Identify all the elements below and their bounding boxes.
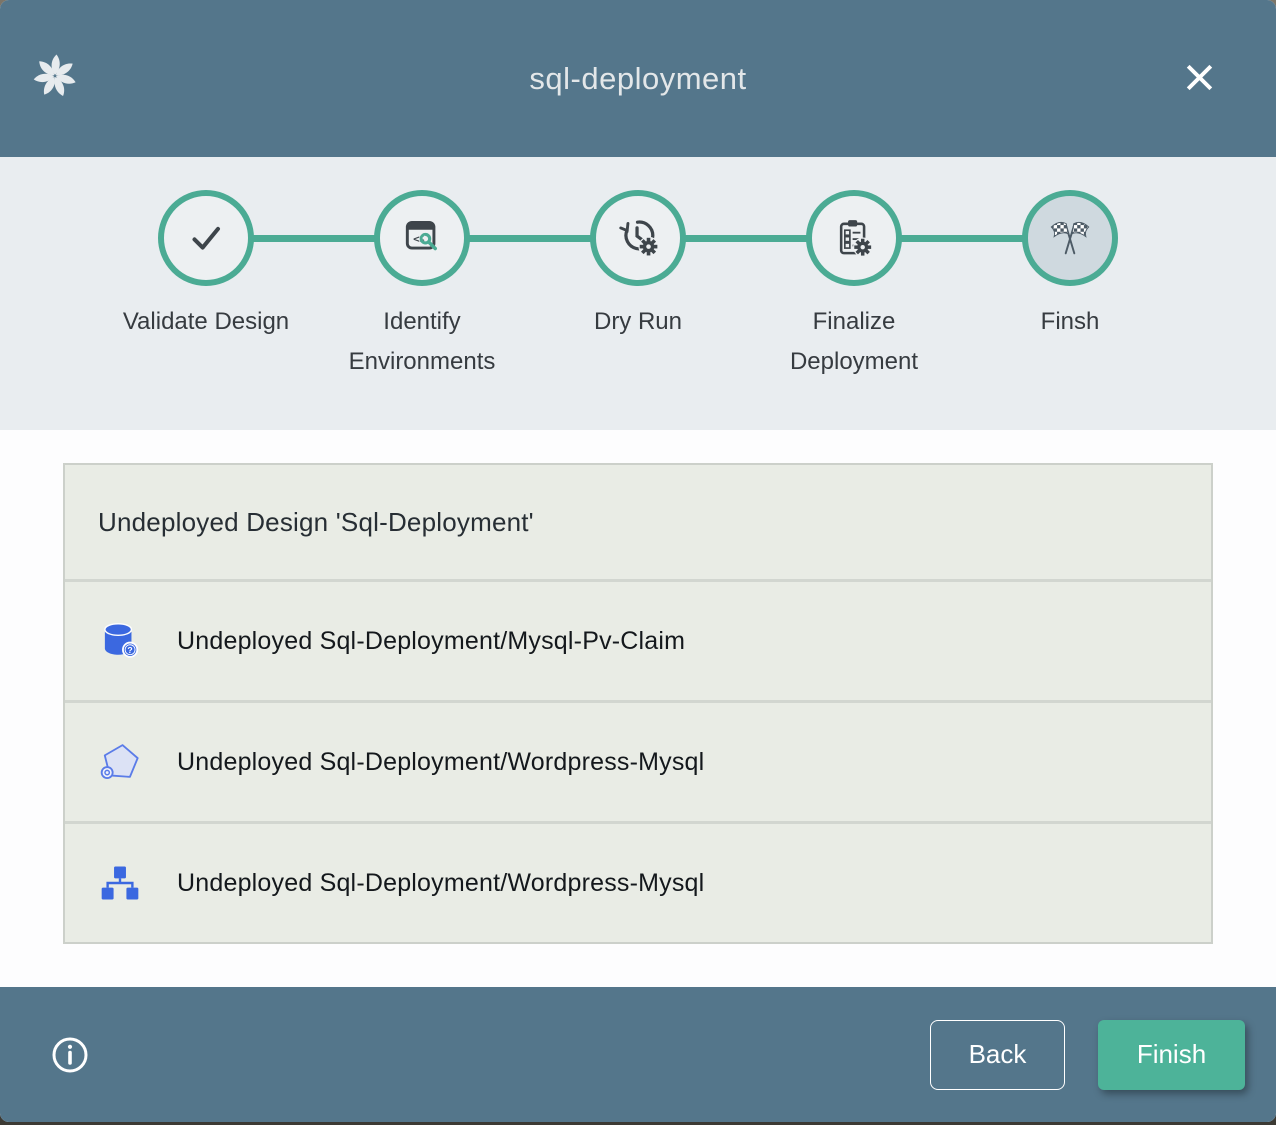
deployment-wizard-modal: sql-deployment Validate Design <> Identi… xyxy=(0,0,1276,1122)
modal-header: sql-deployment xyxy=(0,0,1276,157)
close-icon xyxy=(1181,84,1218,99)
result-row: Undeployed Sql-Deployment/Wordpress-Mysq… xyxy=(65,700,1211,821)
info-button[interactable] xyxy=(50,1035,90,1075)
result-row: Undeployed Design 'Sql-Deployment' xyxy=(65,465,1211,579)
stepper-step: Finsh xyxy=(962,190,1178,382)
step-label: Dry Run xyxy=(594,302,682,342)
stepper-step: Dry Run xyxy=(530,190,746,382)
check-icon xyxy=(183,215,229,261)
code-wrench-icon: <> xyxy=(400,216,444,260)
service-pentagon-icon xyxy=(98,740,142,784)
result-row-text: Undeployed Sql-Deployment/Wordpress-Mysq… xyxy=(177,869,704,898)
step-label: Finalize Deployment xyxy=(746,302,962,382)
stepper-step: <> Identify Environments xyxy=(314,190,530,382)
result-row: ? Undeployed Sql-Deployment/Mysql-Pv-Cla… xyxy=(65,579,1211,700)
back-button[interactable]: Back xyxy=(930,1020,1065,1090)
svg-text:?: ? xyxy=(127,645,132,655)
result-row: Undeployed Sql-Deployment/Wordpress-Mysq… xyxy=(65,821,1211,942)
stepper: Validate Design <> Identify Environments… xyxy=(0,157,1276,430)
stepper-step: Finalize Deployment xyxy=(746,190,962,382)
clipboard-gear-icon xyxy=(832,216,876,260)
results-list: Undeployed Design 'Sql-Deployment' ? Und… xyxy=(63,463,1213,944)
info-icon xyxy=(50,1063,90,1078)
checkered-flags-icon xyxy=(1047,215,1093,261)
step-circle xyxy=(158,190,254,286)
step-circle xyxy=(1022,190,1118,286)
result-row-text: Undeployed Design 'Sql-Deployment' xyxy=(98,507,534,538)
result-row-text: Undeployed Sql-Deployment/Wordpress-Mysq… xyxy=(177,748,704,777)
step-label: Finsh xyxy=(1041,302,1100,342)
deployment-hierarchy-icon xyxy=(98,861,142,905)
step-circle xyxy=(806,190,902,286)
step-label: Identify Environments xyxy=(314,302,530,382)
step-circle xyxy=(590,190,686,286)
meshery-logo-icon xyxy=(31,52,79,100)
result-row-text: Undeployed Sql-Deployment/Mysql-Pv-Claim xyxy=(177,627,685,656)
close-button[interactable] xyxy=(1180,58,1218,96)
stepper-step: Validate Design xyxy=(98,190,314,382)
dry-run-sync-icon xyxy=(615,215,661,261)
database-question-icon: ? xyxy=(98,619,142,663)
finish-button[interactable]: Finish xyxy=(1098,1020,1245,1090)
step-circle: <> xyxy=(374,190,470,286)
step-label: Validate Design xyxy=(123,302,289,342)
results-panel: Undeployed Design 'Sql-Deployment' ? Und… xyxy=(0,430,1276,987)
modal-footer: Back Finish xyxy=(0,987,1276,1122)
modal-title: sql-deployment xyxy=(0,61,1276,97)
